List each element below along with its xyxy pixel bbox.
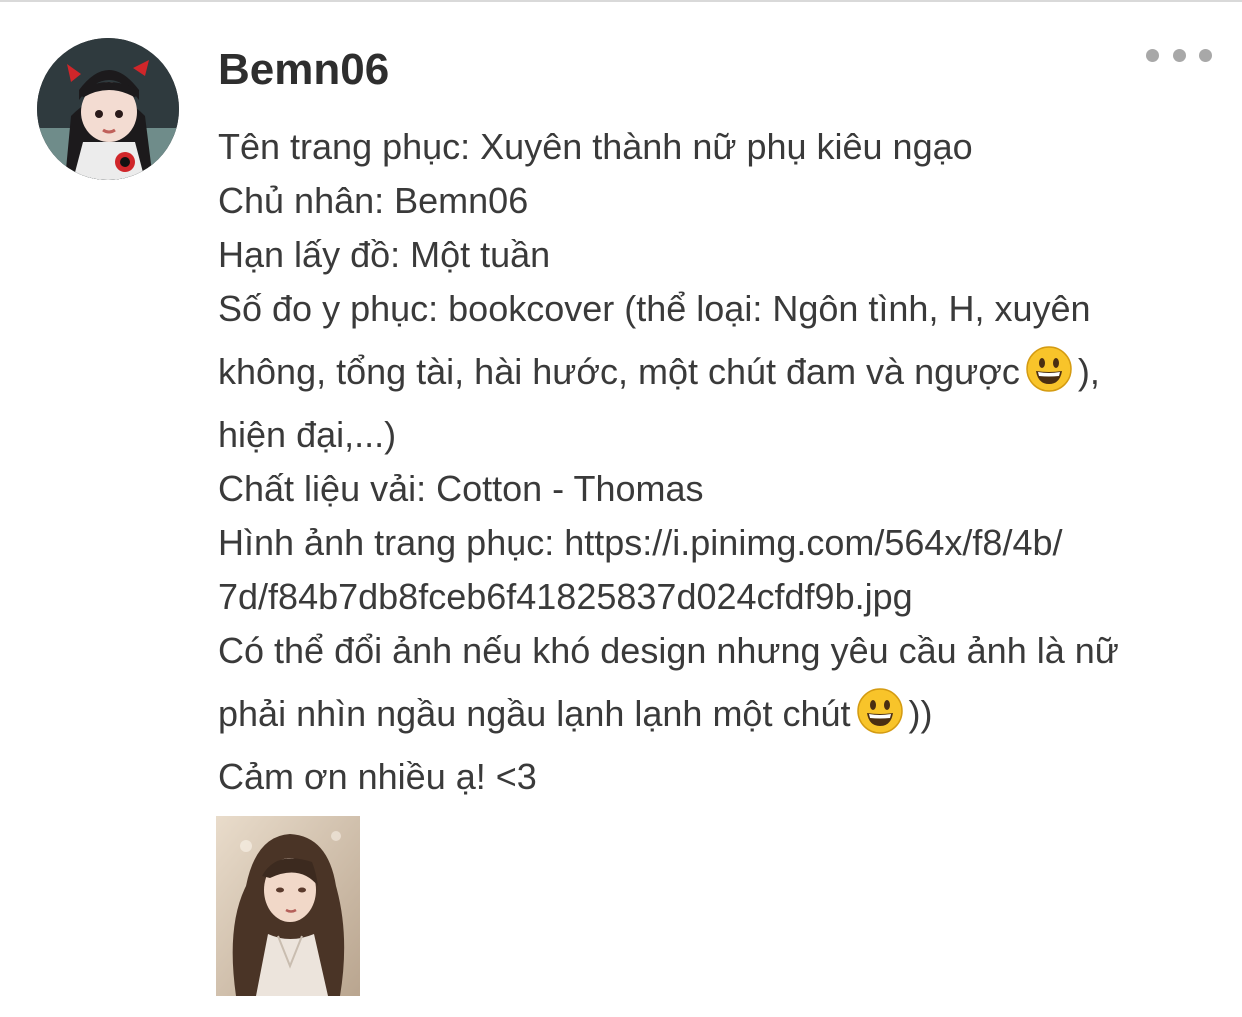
comment-line: Số đo y phục: bookcover (thể loại: Ngôn … — [218, 288, 1091, 329]
comment-line[interactable]: 7d/f84b7db8fceb6f41825837d024cfdf9b.jpg — [218, 570, 1218, 624]
dot — [1172, 48, 1186, 62]
comment-text: )) — [908, 693, 933, 734]
comment-line: Chủ nhân: Bemn06 — [218, 180, 529, 221]
comment-line: hiện đại,...) — [218, 414, 397, 455]
dot — [1146, 48, 1159, 62]
attached-image-thumbnail[interactable] — [216, 816, 360, 996]
grinning-face-emoji-icon — [856, 686, 903, 758]
comment-line: Có thể đổi ảnh nếu khó design nhưng yêu … — [218, 630, 1119, 671]
comment-text: ), — [1077, 351, 1100, 392]
comment-line: phải nhìn ngầu ngầu lạnh lạnh một chút)) — [218, 678, 1218, 750]
comment-line: không, tổng tài, hài hước, một chút đam … — [218, 336, 1218, 408]
grinning-face-emoji-icon — [1026, 344, 1072, 416]
avatar-image — [37, 38, 179, 180]
user-avatar[interactable] — [37, 38, 179, 180]
comment-text: phải nhìn ngầu ngầu lạnh lạnh một chút — [218, 693, 851, 734]
top-divider — [0, 0, 1242, 2]
username[interactable]: Bemn06 — [218, 40, 389, 100]
comment-line: Cảm ơn nhiều ạ! <3 — [218, 756, 537, 797]
comment-line[interactable]: Hình ảnh trang phục: https://i.pinimg.co… — [218, 516, 1218, 570]
comment-line: Hạn lấy đồ: Một tuần — [218, 234, 551, 275]
comment-body: Tên trang phục: Xuyên thành nữ phụ kiêu … — [218, 120, 1218, 804]
portrait-image — [216, 816, 360, 996]
dot — [1199, 48, 1212, 62]
comment-text: không, tổng tài, hài hước, một chút đam … — [218, 351, 1020, 392]
comment-line: Tên trang phục: Xuyên thành nữ phụ kiêu … — [218, 126, 973, 167]
comment-line: Chất liệu vải: Cotton - Thomas — [218, 468, 704, 509]
more-dots-icon[interactable] — [1146, 40, 1212, 70]
